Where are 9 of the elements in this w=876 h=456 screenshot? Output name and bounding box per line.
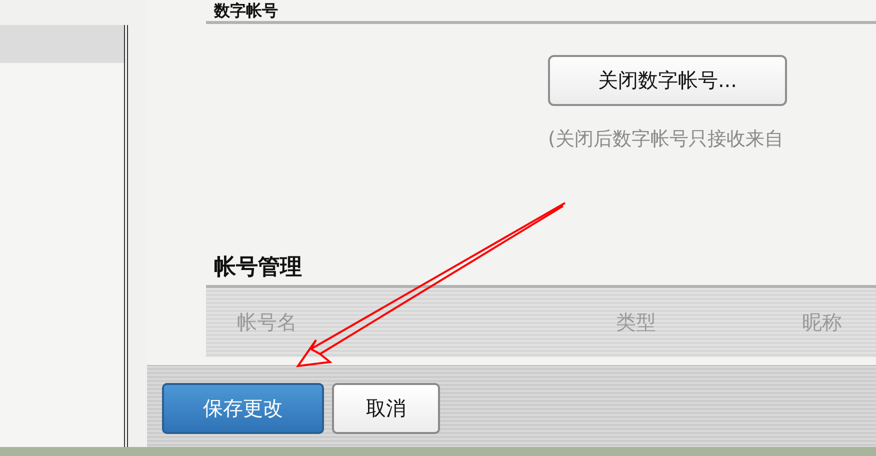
column-header: 昵称: [802, 309, 842, 336]
section-heading: 数字帐号: [212, 0, 279, 20]
column-header: 类型: [616, 309, 656, 336]
close-account-button[interactable]: 关闭数字帐号...: [548, 55, 787, 106]
column-header: 帐号名: [237, 309, 297, 336]
section-heading: 帐号管理: [213, 254, 303, 282]
save-button[interactable]: 保存更改: [162, 383, 324, 434]
hint-text: (关闭后数字帐号只接收来自: [547, 127, 784, 152]
cancel-button[interactable]: 取消: [332, 383, 440, 434]
